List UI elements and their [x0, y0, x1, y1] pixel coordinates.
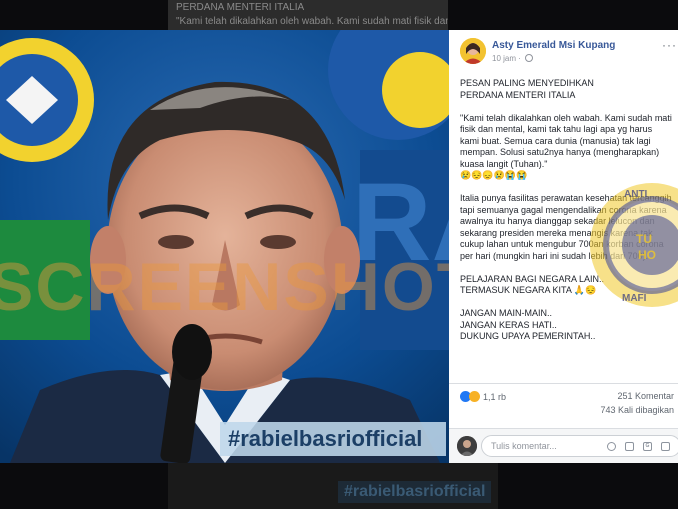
globe-icon — [525, 54, 534, 62]
post-time[interactable]: 10 jam — [492, 54, 516, 63]
camera-icon[interactable] — [625, 442, 634, 451]
author-avatar[interactable] — [460, 38, 486, 64]
post-paragraph: PESAN PALING MENYEDIHKAN PERDANA MENTERI… — [460, 78, 594, 100]
comments-count[interactable]: 251 Komentar — [617, 391, 674, 401]
post-paragraph: JANGAN MAIN-MAIN.. JANGAN KERAS HATI.. D… — [460, 308, 596, 341]
gif-icon[interactable]: G — [643, 442, 652, 451]
post-paragraph: PELAJARAN BAGI NEGARA LAIN.. TERMASUK NE… — [460, 273, 605, 296]
post-photo[interactable]: RA — [0, 30, 449, 463]
background-post-line: "Kami telah dikalahkan oleh wabah. Kami … — [176, 16, 448, 27]
post-paragraph: "Kami telah dikalahkan oleh wabah. Kami … — [460, 112, 672, 181]
emoji-icon[interactable] — [607, 442, 616, 451]
shares-count[interactable]: 743 Kali dibagikan — [600, 405, 674, 415]
post-paragraph: Italia punya fasilitas perawatan kesehat… — [460, 193, 672, 261]
sad-reaction-icon — [469, 391, 480, 402]
reaction-summary[interactable]: 1,1 rb — [460, 391, 506, 402]
post-body: PESAN PALING MENYEDIHKAN PERDANA MENTERI… — [460, 78, 672, 343]
divider — [449, 383, 678, 384]
sticker-icon[interactable] — [661, 442, 670, 451]
viewer-avatar-image — [457, 436, 477, 456]
background-post-text: PERDANA MENTERI ITALIA "Kami telah dikal… — [168, 0, 448, 30]
more-options-icon[interactable]: ··· — [662, 38, 677, 52]
photo-illustration: RA — [0, 30, 449, 463]
photo-viewer: PERDANA MENTERI ITALIA "Kami telah dikal… — [0, 0, 678, 509]
comment-placeholder: Tulis komentar... — [491, 441, 557, 451]
reaction-count: 1,1 rb — [483, 392, 507, 402]
comment-bar: Tulis komentar... G — [449, 428, 678, 463]
viewer-avatar — [457, 436, 477, 456]
background-post-line: PERDANA MENTERI ITALIA — [176, 2, 305, 13]
background-hashtag: #rabielbasriofficial — [338, 481, 492, 503]
photo-hashtag: #rabielbasriofficial — [220, 422, 446, 456]
post-meta: 10 jam · — [492, 54, 534, 63]
avatar-image — [460, 38, 486, 64]
comment-input[interactable]: Tulis komentar... G — [481, 435, 678, 457]
background-post-image: #rabielbasriofficial — [168, 463, 498, 509]
screenshot-watermark: SCREENSHOT BY — [0, 249, 449, 325]
author-name[interactable]: Asty Emerald Msi Kupang — [492, 40, 615, 51]
